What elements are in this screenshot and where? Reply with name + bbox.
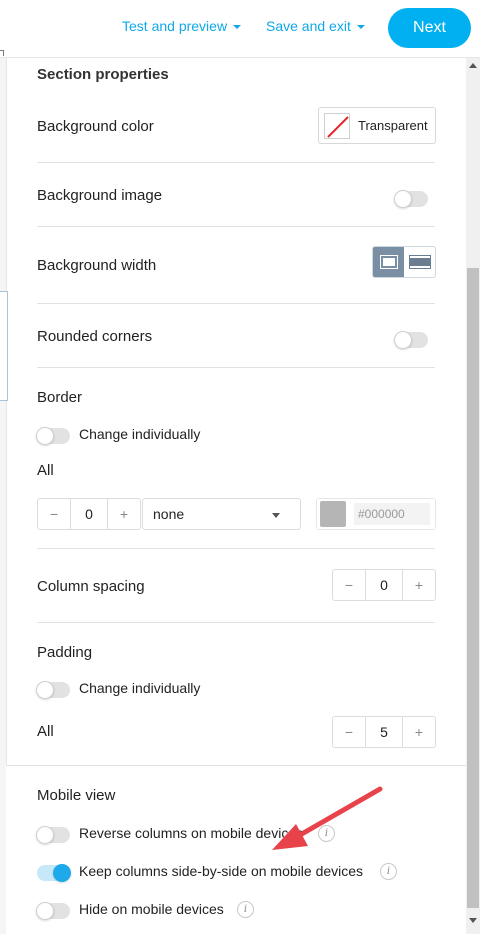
- padding-value[interactable]: 5: [365, 717, 403, 747]
- section-properties-panel: Section properties Background color Tran…: [6, 58, 466, 934]
- background-width-label: Background width: [37, 257, 157, 274]
- keep-side-by-side-label: Keep columns side-by-side on mobile devi…: [79, 863, 364, 879]
- full-width-icon: [408, 255, 431, 269]
- scroll-up-icon[interactable]: [469, 63, 477, 68]
- info-icon[interactable]: i: [237, 901, 254, 918]
- background-color-value: Transparent: [358, 118, 428, 133]
- border-title: Border: [37, 389, 83, 406]
- border-color-field[interactable]: #000000: [316, 498, 436, 530]
- background-image-toggle[interactable]: [394, 190, 428, 208]
- background-image-label: Background image: [37, 187, 163, 204]
- padding-change-individually-toggle[interactable]: [36, 681, 70, 699]
- border-color-hex[interactable]: #000000: [354, 503, 430, 525]
- test-and-preview-label: Test and preview: [122, 18, 228, 34]
- scroll-down-icon[interactable]: [469, 918, 477, 923]
- decrement-button[interactable]: −: [38, 499, 70, 529]
- test-and-preview-menu[interactable]: Test and preview: [122, 18, 242, 34]
- column-spacing-stepper: − 0 +: [332, 569, 436, 601]
- canvas-section-outline: [0, 291, 8, 401]
- hide-on-mobile-toggle[interactable]: [36, 902, 70, 920]
- panel-title: Section properties: [37, 66, 169, 83]
- background-width-options: [372, 246, 436, 278]
- increment-button[interactable]: +: [403, 570, 435, 600]
- mobile-view-section: Mobile view Reverse columns on mobile de…: [6, 765, 466, 934]
- border-all-label: All: [37, 462, 54, 479]
- background-color-picker[interactable]: Transparent: [318, 107, 436, 144]
- column-spacing-value[interactable]: 0: [365, 570, 403, 600]
- chevron-down-icon: [356, 24, 365, 29]
- contained-width-icon: [379, 255, 398, 269]
- top-bar: Test and preview Save and exit Next: [0, 0, 480, 58]
- padding-title: Padding: [37, 644, 93, 661]
- border-style-value: none: [153, 506, 185, 522]
- width-full-option[interactable]: [404, 247, 435, 277]
- mobile-view-title: Mobile view: [37, 787, 116, 804]
- divider: [37, 548, 435, 549]
- padding-stepper: − 5 +: [332, 716, 436, 748]
- info-icon[interactable]: i: [380, 863, 397, 880]
- increment-button[interactable]: +: [108, 499, 140, 529]
- chevron-down-icon: [233, 24, 242, 29]
- save-and-exit-label: Save and exit: [266, 18, 351, 34]
- border-style-select[interactable]: none: [142, 498, 301, 530]
- save-and-exit-menu[interactable]: Save and exit: [266, 18, 365, 34]
- divider: [37, 303, 435, 304]
- padding-change-individually-label: Change individually: [79, 680, 201, 696]
- rounded-corners-label: Rounded corners: [37, 328, 153, 345]
- border-change-individually-label: Change individually: [79, 426, 201, 442]
- divider: [37, 367, 435, 368]
- column-spacing-label: Column spacing: [37, 578, 145, 595]
- info-icon[interactable]: i: [318, 825, 335, 842]
- border-change-individually-toggle[interactable]: [36, 427, 70, 445]
- canvas-glyph: [0, 50, 4, 56]
- width-contained-option[interactable]: [373, 247, 404, 277]
- background-color-label: Background color: [37, 118, 154, 135]
- hide-on-mobile-label: Hide on mobile devices: [79, 901, 224, 917]
- decrement-button[interactable]: −: [333, 717, 365, 747]
- next-button[interactable]: Next: [388, 8, 471, 48]
- divider: [37, 622, 435, 623]
- divider: [37, 226, 435, 227]
- keep-side-by-side-toggle[interactable]: [37, 864, 71, 882]
- decrement-button[interactable]: −: [333, 570, 365, 600]
- border-width-stepper: − 0 +: [37, 498, 141, 530]
- padding-all-label: All: [37, 723, 54, 740]
- rounded-corners-toggle[interactable]: [394, 331, 428, 349]
- no-color-swatch-icon: [324, 112, 350, 139]
- border-color-swatch[interactable]: [320, 501, 346, 527]
- reverse-columns-label: Reverse columns on mobile devices: [79, 825, 304, 841]
- scrollbar-thumb[interactable]: [467, 268, 479, 908]
- reverse-columns-toggle[interactable]: [36, 826, 70, 844]
- divider: [37, 162, 435, 163]
- dropdown-caret-icon: [272, 513, 280, 518]
- border-width-value[interactable]: 0: [70, 499, 108, 529]
- increment-button[interactable]: +: [403, 717, 435, 747]
